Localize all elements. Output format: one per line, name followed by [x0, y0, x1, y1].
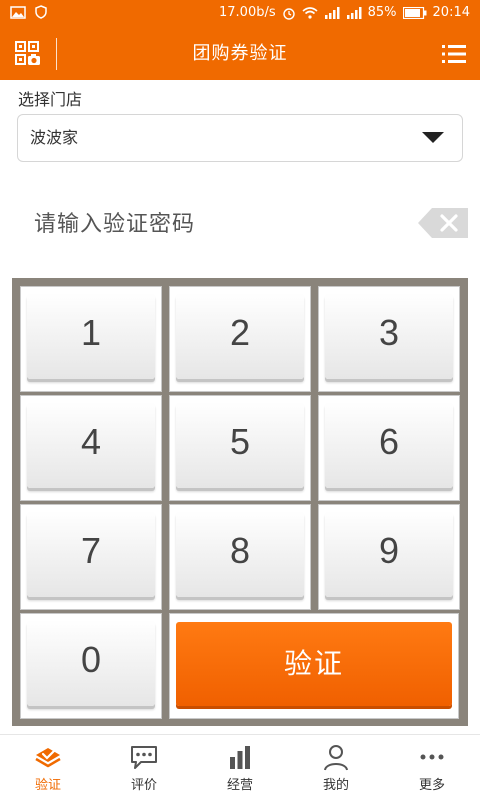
verify-button-label: 验证	[283, 647, 344, 680]
verify-button[interactable]: 验证	[169, 613, 459, 719]
key-5[interactable]: 5	[169, 395, 311, 501]
signal-icon-2	[346, 6, 362, 19]
key-9[interactable]: 9	[318, 504, 460, 610]
key-0[interactable]: 0	[20, 613, 162, 719]
backspace-icon[interactable]	[418, 208, 468, 238]
image-icon	[10, 5, 26, 19]
key-7[interactable]: 7	[20, 504, 162, 610]
key-1[interactable]: 1	[20, 286, 162, 392]
bar-chart-icon	[230, 746, 250, 769]
page-title: 团购券验证	[192, 43, 288, 64]
menu-icon[interactable]	[442, 43, 466, 65]
more-icon	[420, 754, 444, 760]
app-header: 团购券验证	[0, 28, 480, 80]
verify-icon	[35, 748, 61, 768]
comment-icon	[131, 746, 157, 769]
key-3[interactable]: 3	[318, 286, 460, 392]
key-6[interactable]: 6	[318, 395, 460, 501]
shield-icon	[35, 5, 47, 19]
nav-item-more[interactable]: 更多	[384, 735, 480, 800]
bottom-nav: 验证 评价 经营 我的 更多	[0, 734, 480, 800]
battery-icon	[402, 6, 427, 19]
nav-item-comment[interactable]: 评价	[96, 735, 192, 800]
clock: 20:14	[432, 5, 470, 20]
network-speed: 17.00b/s	[219, 5, 276, 20]
status-bar: 17.00b/s 85% 20:14	[0, 0, 480, 28]
store-label: 选择门店	[18, 90, 83, 109]
user-icon	[324, 745, 348, 771]
dropdown-arrow-icon	[422, 132, 444, 143]
nav-item-mine[interactable]: 我的	[288, 735, 384, 800]
numeric-keypad: 1 2 3 4 5 6 7 8 9 0 验证	[12, 278, 468, 726]
battery-level: 85%	[367, 5, 397, 20]
wifi-icon	[302, 7, 318, 19]
alarm-icon	[282, 7, 295, 20]
store-selected-value: 波波家	[30, 128, 79, 147]
key-4[interactable]: 4	[20, 395, 162, 501]
nav-item-business[interactable]: 经营	[192, 735, 288, 800]
key-8[interactable]: 8	[169, 504, 311, 610]
nav-item-verify[interactable]: 验证	[0, 735, 96, 800]
password-input[interactable]: 请输入验证密码	[34, 206, 195, 238]
key-2[interactable]: 2	[169, 286, 311, 392]
store-select[interactable]: 波波家	[17, 114, 463, 162]
signal-icon	[324, 6, 340, 19]
